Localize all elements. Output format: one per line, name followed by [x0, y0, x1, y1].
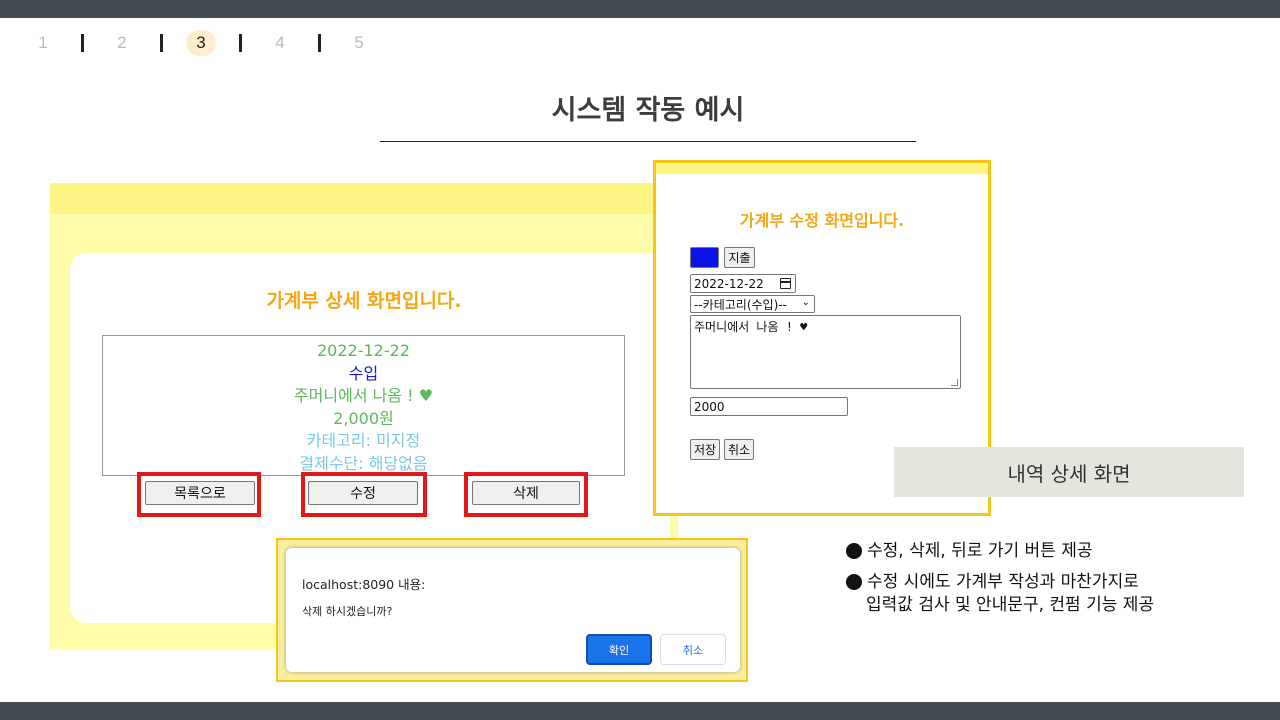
bullet-text: 입력값 검사 및 안내문구, 컨펌 기능 제공: [866, 595, 1155, 615]
bullet-text: 수정 시에도 가계부 작성과 마찬가지로: [867, 572, 1139, 592]
bullet-item: 수정 시에도 가계부 작성과 마찬가지로: [846, 571, 1266, 594]
title-divider: [380, 141, 916, 142]
bullet-item: 수정, 삭제, 뒤로 가기 버튼 제공: [846, 540, 1266, 563]
detail-date: 2022-12-22: [317, 341, 410, 360]
pagination: 1 2 3 4 5: [28, 30, 374, 56]
top-bar: [0, 0, 1280, 18]
resize-handle-icon[interactable]: [951, 379, 958, 386]
memo-textarea[interactable]: 주머니에서 나옴 ! ♥: [690, 315, 961, 389]
detail-info-box: 2022-12-22 수입 주머니에서 나옴 ! ♥ 2,000원 카테고리: …: [102, 335, 625, 476]
page-1[interactable]: 1: [28, 30, 58, 56]
confirm-dialog: localhost:8090 내용: 삭제 하시겠습니까? 확인 취소: [286, 548, 740, 672]
page-5[interactable]: 5: [344, 30, 374, 56]
detail-amount: 2,000원: [333, 408, 394, 428]
bullet-continuation: 입력값 검사 및 안내문구, 컨펌 기능 제공: [846, 594, 1266, 617]
dialog-cancel-button[interactable]: 취소: [660, 634, 726, 665]
memo-value: 주머니에서 나옴 ! ♥: [694, 320, 808, 334]
save-button[interactable]: 저장: [690, 439, 720, 460]
section-label: 내역 상세 화면: [894, 447, 1244, 497]
date-value: 2022-12-22: [694, 276, 764, 291]
detail-header-band: [50, 183, 678, 214]
detail-memo-line: 주머니에서 나옴 ! ♥: [103, 385, 624, 408]
amount-input[interactable]: 2000: [690, 397, 848, 416]
bullet-dot-icon: [846, 543, 862, 559]
category-selected: --카테고리(수입)--: [694, 297, 787, 312]
detail-type: 수입: [348, 363, 379, 383]
calendar-icon[interactable]: [780, 278, 791, 289]
bullet-text: 수정, 삭제, 뒤로 가기 버튼 제공: [867, 541, 1093, 561]
category-select[interactable]: --카테고리(수입)-- ⌄: [690, 295, 815, 313]
highlight-edit-button: [301, 472, 427, 517]
confirm-dialog-screenshot: localhost:8090 내용: 삭제 하시겠습니까? 확인 취소: [276, 538, 748, 682]
chevron-down-icon: ⌄: [801, 297, 810, 308]
dialog-origin: localhost:8090 내용:: [302, 577, 426, 592]
page-separator: [318, 34, 321, 52]
page-separator: [160, 34, 163, 52]
cancel-button[interactable]: 취소: [724, 439, 754, 460]
income-type-button[interactable]: 수입: [690, 247, 719, 268]
page-separator: [81, 34, 84, 52]
feature-bullets: 수정, 삭제, 뒤로 가기 버튼 제공 수정 시에도 가계부 작성과 마찬가지로…: [846, 540, 1266, 625]
bullet-dot-icon: [846, 574, 862, 590]
highlight-list-button: [137, 472, 261, 517]
date-input[interactable]: 2022-12-22: [690, 274, 796, 293]
edit-heading: 가계부 수정 화면입니다.: [739, 211, 905, 230]
highlight-delete-button: [464, 472, 588, 517]
page-3-current[interactable]: 3: [186, 30, 216, 56]
slide-title: 시스템 작동 예시: [551, 95, 745, 126]
page-2[interactable]: 2: [107, 30, 137, 56]
bottom-bar: [0, 702, 1280, 720]
page-4[interactable]: 4: [265, 30, 295, 56]
detail-heading: 가계부 상세 화면입니다.: [266, 290, 462, 312]
page-separator: [239, 34, 242, 52]
dialog-ok-button[interactable]: 확인: [586, 634, 652, 665]
detail-category: 카테고리: 미지정: [306, 431, 421, 451]
expense-type-button[interactable]: 지출: [724, 247, 755, 268]
dialog-message: 삭제 하시겠습니까?: [302, 605, 393, 618]
detail-memo: 주머니에서 나옴 !: [293, 386, 414, 406]
edit-header-band: [656, 163, 988, 174]
heart-icon: ♥: [418, 386, 434, 406]
